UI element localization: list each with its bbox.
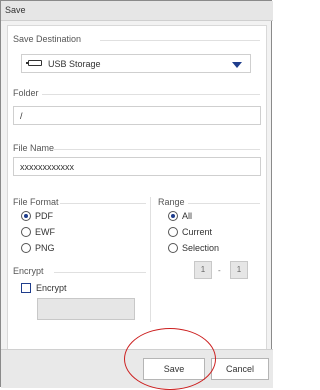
radio-unselected[interactable] xyxy=(168,227,178,237)
save-destination-value: USB Storage xyxy=(48,59,101,69)
section-divider xyxy=(42,94,260,95)
section-divider xyxy=(100,40,260,41)
encrypt-checkbox[interactable] xyxy=(21,283,31,293)
title-bar: Save xyxy=(1,1,273,21)
radio-unselected[interactable] xyxy=(168,243,178,253)
dialog-title: Save xyxy=(5,5,26,15)
range-separator: - xyxy=(218,266,221,275)
dialog-footer: Save Cancel xyxy=(1,349,273,388)
save-destination-label: Save Destination xyxy=(13,34,86,44)
section-divider xyxy=(54,149,260,150)
chevron-down-icon xyxy=(232,62,242,68)
settings-panel: Save Destination USB Storage Folder / Fi… xyxy=(7,25,267,350)
section-divider xyxy=(54,272,146,273)
radio-selected[interactable] xyxy=(21,211,31,221)
radio-unselected[interactable] xyxy=(21,227,31,237)
range-from-field: 1 xyxy=(194,261,212,279)
file-name-input[interactable]: xxxxxxxxxxxx xyxy=(13,157,261,176)
save-dialog: Save Save Destination USB Storage Folder… xyxy=(0,0,273,388)
radio-unselected[interactable] xyxy=(21,243,31,253)
folder-value: / xyxy=(20,111,23,121)
save-destination-dropdown[interactable]: USB Storage xyxy=(21,54,251,73)
file-format-label: File Format xyxy=(13,197,63,207)
folder-field[interactable]: / xyxy=(13,106,261,125)
file-name-label: File Name xyxy=(13,143,59,153)
file-name-value: xxxxxxxxxxxx xyxy=(20,162,74,172)
section-divider xyxy=(188,203,260,204)
column-divider xyxy=(150,197,151,322)
cancel-button[interactable]: Cancel xyxy=(211,358,269,380)
range-label: Range xyxy=(158,197,189,207)
folder-label: Folder xyxy=(13,88,43,98)
range-to-field: 1 xyxy=(230,261,248,279)
section-divider xyxy=(60,203,146,204)
radio-selected[interactable] xyxy=(168,211,178,221)
encrypt-section-label: Encrypt xyxy=(13,266,48,276)
password-field xyxy=(37,298,135,320)
usb-storage-icon xyxy=(26,60,42,66)
save-button[interactable]: Save xyxy=(143,358,205,380)
